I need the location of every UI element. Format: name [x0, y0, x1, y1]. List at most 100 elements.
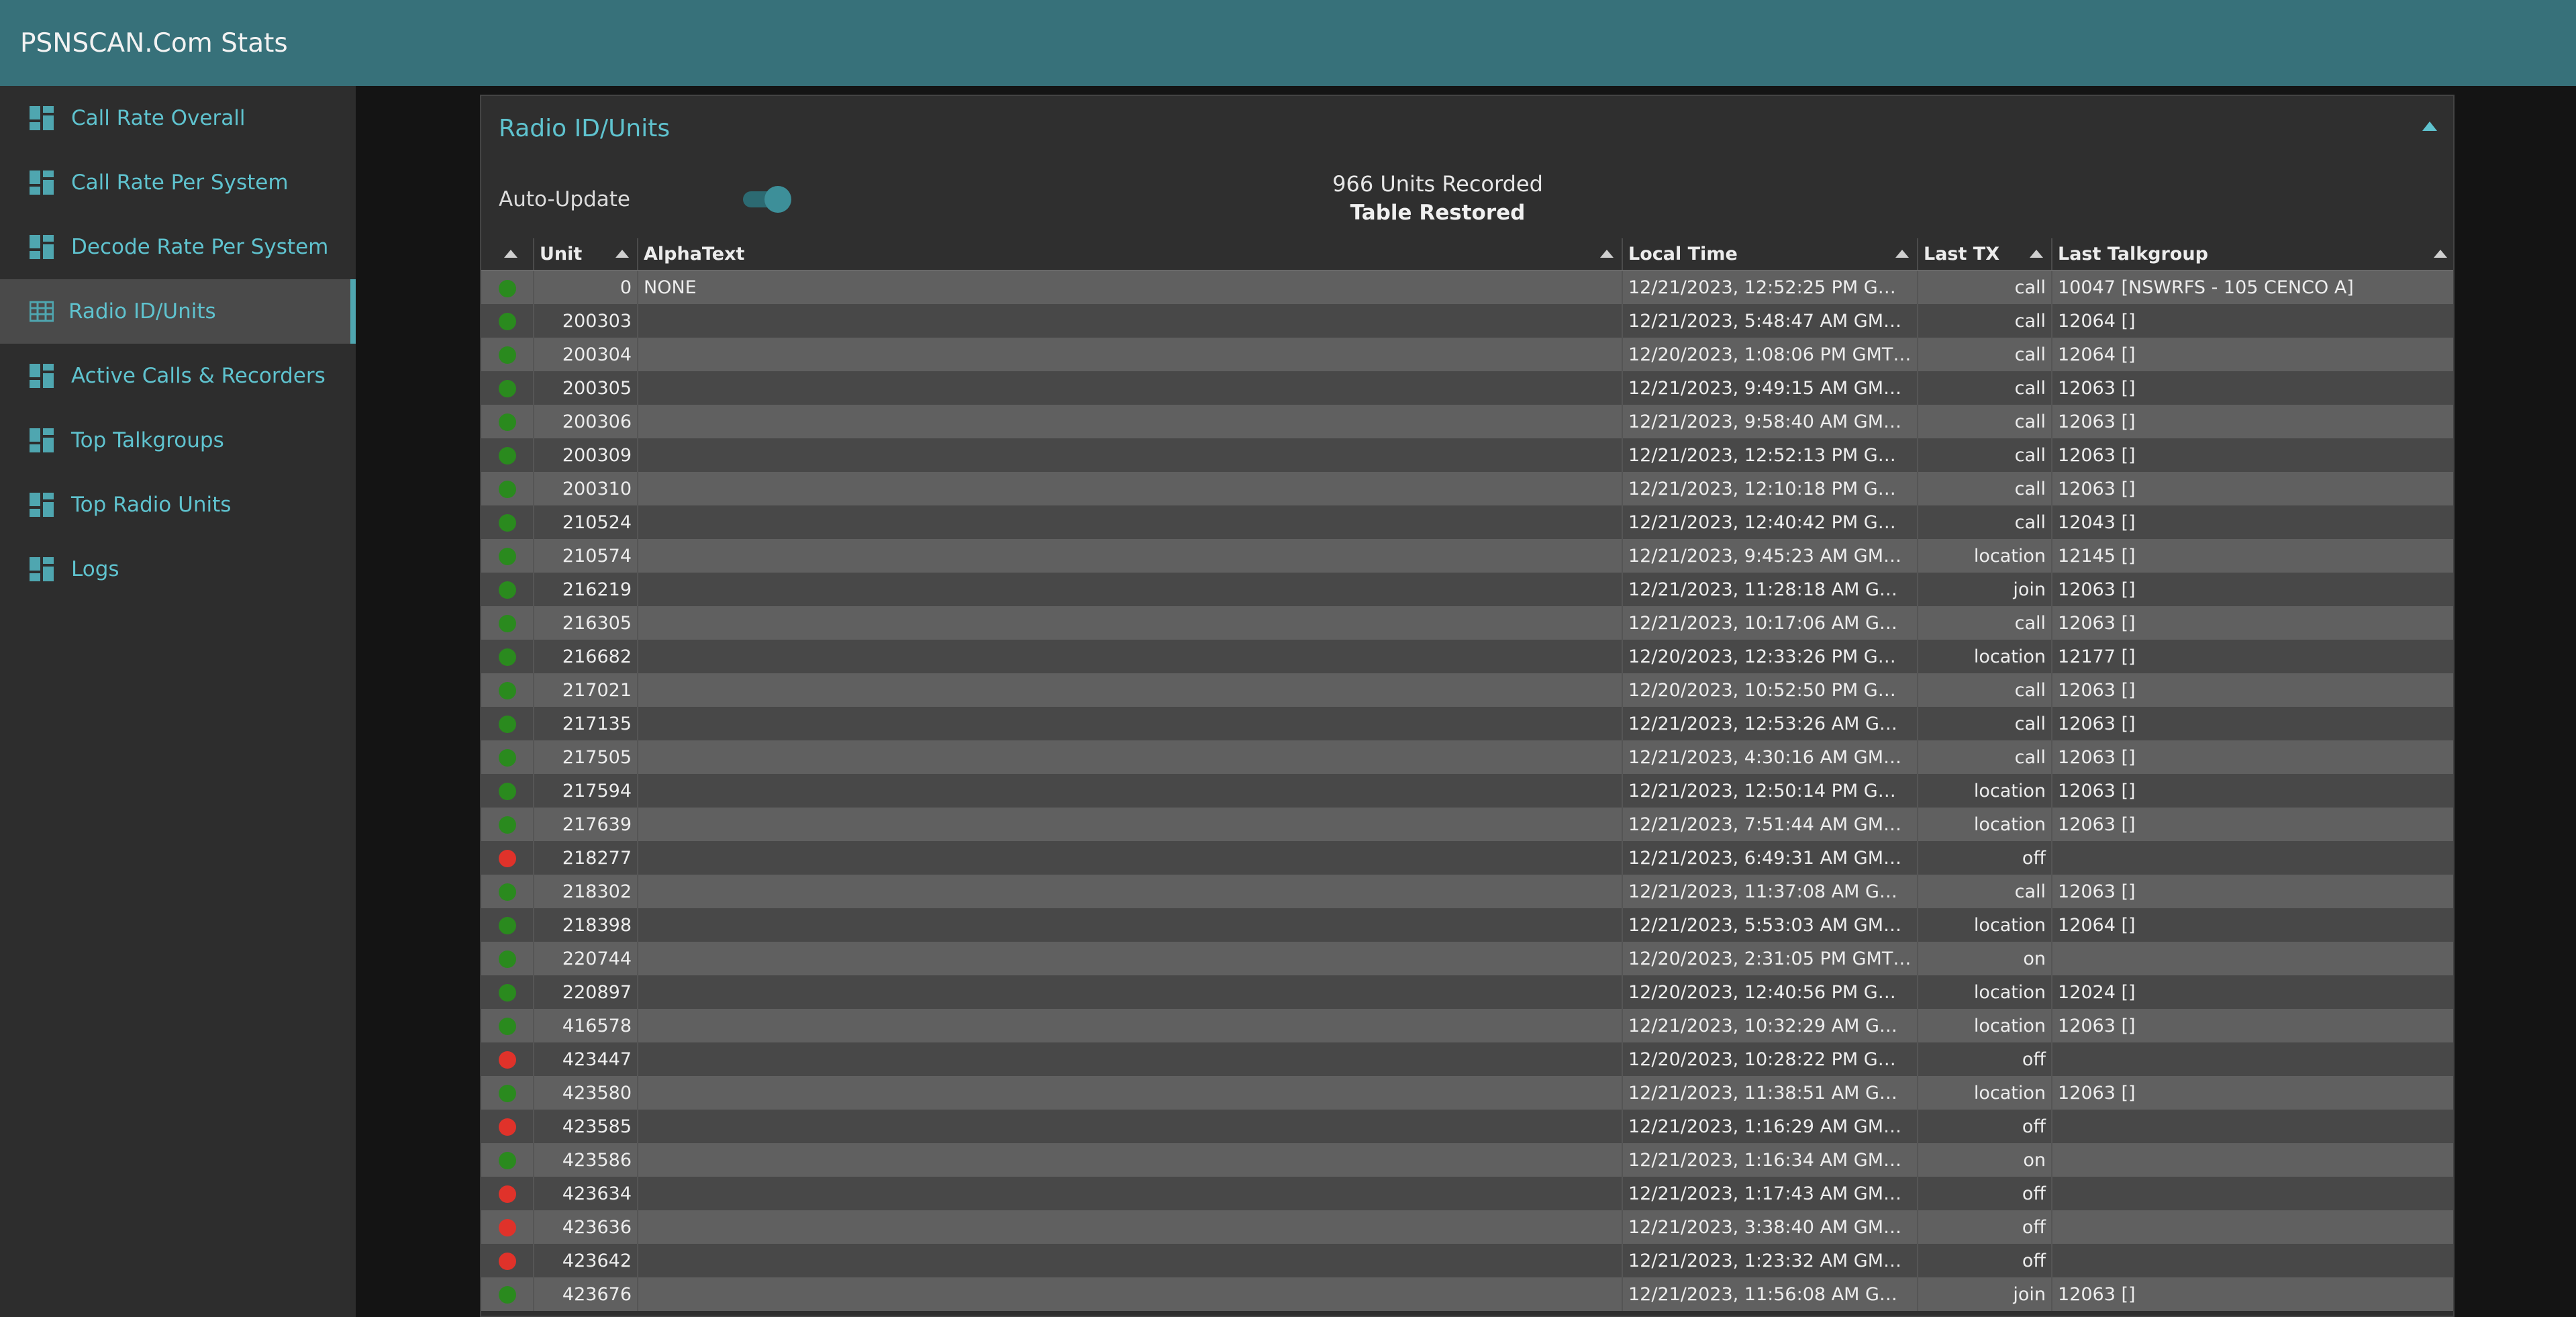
panel-header[interactable]: Radio ID/Units	[481, 96, 2453, 160]
last-talkgroup-cell: 12063 []	[2052, 1009, 2453, 1042]
table-row[interactable]: 218277 12/21/2023, 6:49:31 AM GMT+11 off	[481, 841, 2453, 875]
unit-cell: 220744	[534, 942, 638, 975]
sidebar-item-radio-id-units[interactable]: Radio ID/Units	[0, 279, 356, 344]
top-app-bar: PSNSCAN.Com Stats	[0, 0, 2576, 86]
alphatext-cell	[638, 1244, 1623, 1277]
column-header-unit[interactable]: Unit	[534, 238, 638, 271]
sort-up-icon[interactable]	[2434, 250, 2447, 258]
status-cell	[481, 573, 534, 606]
table-row[interactable]: 217639 12/21/2023, 7:51:44 AM GMT+11 locat…	[481, 808, 2453, 841]
radio-units-panel: Radio ID/Units Auto-Update 966 Units Rec…	[480, 95, 2455, 1317]
status-cell	[481, 1042, 534, 1076]
chevron-up-icon[interactable]	[2422, 121, 2437, 131]
alphatext-cell	[638, 640, 1623, 673]
last-tx-cell: call	[1918, 673, 2052, 707]
table-row[interactable]: 423642 12/21/2023, 1:23:32 AM GMT+11 off	[481, 1244, 2453, 1277]
sidebar-item-top-radio-units[interactable]: Top Radio Units	[0, 473, 356, 537]
table-icon	[30, 301, 54, 322]
table-row[interactable]: 416578 12/21/2023, 10:32:29 AM GMT... loca…	[481, 1009, 2453, 1042]
sidebar-item-call-rate-per-system[interactable]: Call Rate Per System	[0, 150, 356, 215]
table-row[interactable]: 220897 12/20/2023, 12:40:56 PM GMT... loca…	[481, 975, 2453, 1009]
last-tx-cell: location	[1918, 774, 2052, 808]
table-row[interactable]: 423636 12/21/2023, 3:38:40 AM GMT+... off	[481, 1210, 2453, 1244]
table-row[interactable]: 217021 12/20/2023, 10:52:50 PM GMT... call…	[481, 673, 2453, 707]
sidebar-item-active-calls-recorders[interactable]: Active Calls & Recorders	[0, 344, 356, 408]
table-row[interactable]: 423634 12/21/2023, 1:17:43 AM GMT+11 off	[481, 1177, 2453, 1210]
alphatext-cell: NONE	[638, 271, 1623, 304]
table-row[interactable]: 216219 12/21/2023, 11:28:18 AM GMT+... joi…	[481, 573, 2453, 606]
status-dot-icon	[498, 749, 516, 767]
column-header-alphatext[interactable]: AlphaText	[638, 238, 1623, 271]
sort-up-icon[interactable]	[1895, 250, 1909, 258]
auto-update-toggle[interactable]	[740, 185, 791, 213]
unit-cell: 200309	[534, 438, 638, 472]
table-row[interactable]: 423585 12/21/2023, 1:16:29 AM GMT+11 off	[481, 1110, 2453, 1143]
column-header-local-time[interactable]: Local Time	[1622, 238, 1918, 271]
table-row[interactable]: 423676 12/21/2023, 11:56:08 AM GMT... join…	[481, 1277, 2453, 1311]
table-row[interactable]: 200305 12/21/2023, 9:49:15 AM GMT+11 call 1…	[481, 371, 2453, 405]
column-header-last-tx[interactable]: Last TX	[1918, 238, 2052, 271]
local-time-cell: 12/21/2023, 11:56:08 AM GMT...	[1622, 1277, 1918, 1311]
alphatext-cell	[638, 539, 1623, 573]
column-header-last-talkgroup[interactable]: Last Talkgroup	[2052, 238, 2453, 271]
last-talkgroup-cell	[2052, 1177, 2453, 1210]
last-tx-cell: call	[1918, 304, 2052, 338]
sidebar: Call Rate Overall Call Rate Per System Dec…	[0, 86, 356, 1317]
sidebar-item-call-rate-overall[interactable]: Call Rate Overall	[0, 86, 356, 150]
sort-up-icon[interactable]	[615, 250, 629, 258]
table-row[interactable]: 218398 12/21/2023, 5:53:03 AM GMT+11 locat…	[481, 908, 2453, 942]
table-row[interactable]: 423586 12/21/2023, 1:16:34 AM GMT+11 on	[481, 1143, 2453, 1177]
table-row[interactable]: 210524 12/21/2023, 12:40:42 PM GMT... call…	[481, 505, 2453, 539]
unit-cell: 220897	[534, 975, 638, 1009]
alphatext-cell	[638, 1210, 1623, 1244]
sidebar-item-top-talkgroups[interactable]: Top Talkgroups	[0, 408, 356, 473]
table-row[interactable]: 200309 12/21/2023, 12:52:13 PM GMT... call…	[481, 438, 2453, 472]
table-row[interactable]: 216682 12/20/2023, 12:33:26 PM GMT... loca…	[481, 640, 2453, 673]
status-cell	[481, 942, 534, 975]
last-talkgroup-cell: 12063 []	[2052, 472, 2453, 505]
sidebar-item-decode-rate-per-system[interactable]: Decode Rate Per System	[0, 215, 356, 279]
unit-cell: 218277	[534, 841, 638, 875]
table-row[interactable]: 216305 12/21/2023, 10:17:06 AM GMT... call…	[481, 606, 2453, 640]
last-talkgroup-cell: 12063 []	[2052, 808, 2453, 841]
table-row[interactable]: 217505 12/21/2023, 4:30:16 AM GMT+11 call 1…	[481, 740, 2453, 774]
table-row[interactable]: 423580 12/21/2023, 11:38:51 AM GMT... loca…	[481, 1076, 2453, 1110]
table-row[interactable]: 217135 12/21/2023, 12:53:26 AM GMT... call…	[481, 707, 2453, 740]
sort-up-icon[interactable]	[504, 250, 517, 258]
status-cell	[481, 606, 534, 640]
table-row[interactable]: 217594 12/21/2023, 12:50:14 PM GMT... loca…	[481, 774, 2453, 808]
alphatext-cell	[638, 472, 1623, 505]
status-cell	[481, 1244, 534, 1277]
status-dot-icon	[498, 1253, 516, 1270]
table-row[interactable]: 423447 12/20/2023, 10:28:22 PM GMT... off	[481, 1042, 2453, 1076]
sort-up-icon[interactable]	[2030, 250, 2043, 258]
table-row[interactable]: 200303 12/21/2023, 5:48:47 AM GMT+11 call 1…	[481, 304, 2453, 338]
table-row[interactable]: 200310 12/21/2023, 12:10:18 PM GMT+... cal…	[481, 472, 2453, 505]
status-dot-icon	[498, 447, 516, 465]
table-row[interactable]: 210574 12/21/2023, 9:45:23 AM GMT+11 locat…	[481, 539, 2453, 573]
last-talkgroup-cell: 12063 []	[2052, 371, 2453, 405]
status-dot-icon	[498, 648, 516, 666]
last-tx-cell: call	[1918, 505, 2052, 539]
table-row[interactable]: 218302 12/21/2023, 11:37:08 AM GMT... call…	[481, 875, 2453, 908]
table-row[interactable]: 220744 12/20/2023, 2:31:05 PM GMT+11 on	[481, 942, 2453, 975]
unit-cell: 216305	[534, 606, 638, 640]
alphatext-cell	[638, 740, 1623, 774]
unit-cell: 200310	[534, 472, 638, 505]
last-tx-cell: location	[1918, 640, 2052, 673]
unit-cell: 216682	[534, 640, 638, 673]
alphatext-cell	[638, 1042, 1623, 1076]
alphatext-cell	[638, 774, 1623, 808]
column-header-status[interactable]	[481, 238, 534, 271]
alphatext-cell	[638, 438, 1623, 472]
status-dot-icon	[498, 682, 516, 699]
table-row[interactable]: 200304 12/20/2023, 1:08:06 PM GMT+11 call 1…	[481, 338, 2453, 371]
status-dot-icon	[498, 850, 516, 867]
sidebar-item-logs[interactable]: Logs	[0, 537, 356, 601]
local-time-cell: 12/21/2023, 9:49:15 AM GMT+11	[1622, 371, 1918, 405]
unit-cell: 200305	[534, 371, 638, 405]
sort-up-icon[interactable]	[1600, 250, 1614, 258]
table-row[interactable]: 200306 12/21/2023, 9:58:40 AM GMT+... call…	[481, 405, 2453, 438]
table-row[interactable]: 0 NONE 12/21/2023, 12:52:25 PM GMT... call 1…	[481, 271, 2453, 304]
local-time-cell: 12/21/2023, 7:51:44 AM GMT+11	[1622, 808, 1918, 841]
